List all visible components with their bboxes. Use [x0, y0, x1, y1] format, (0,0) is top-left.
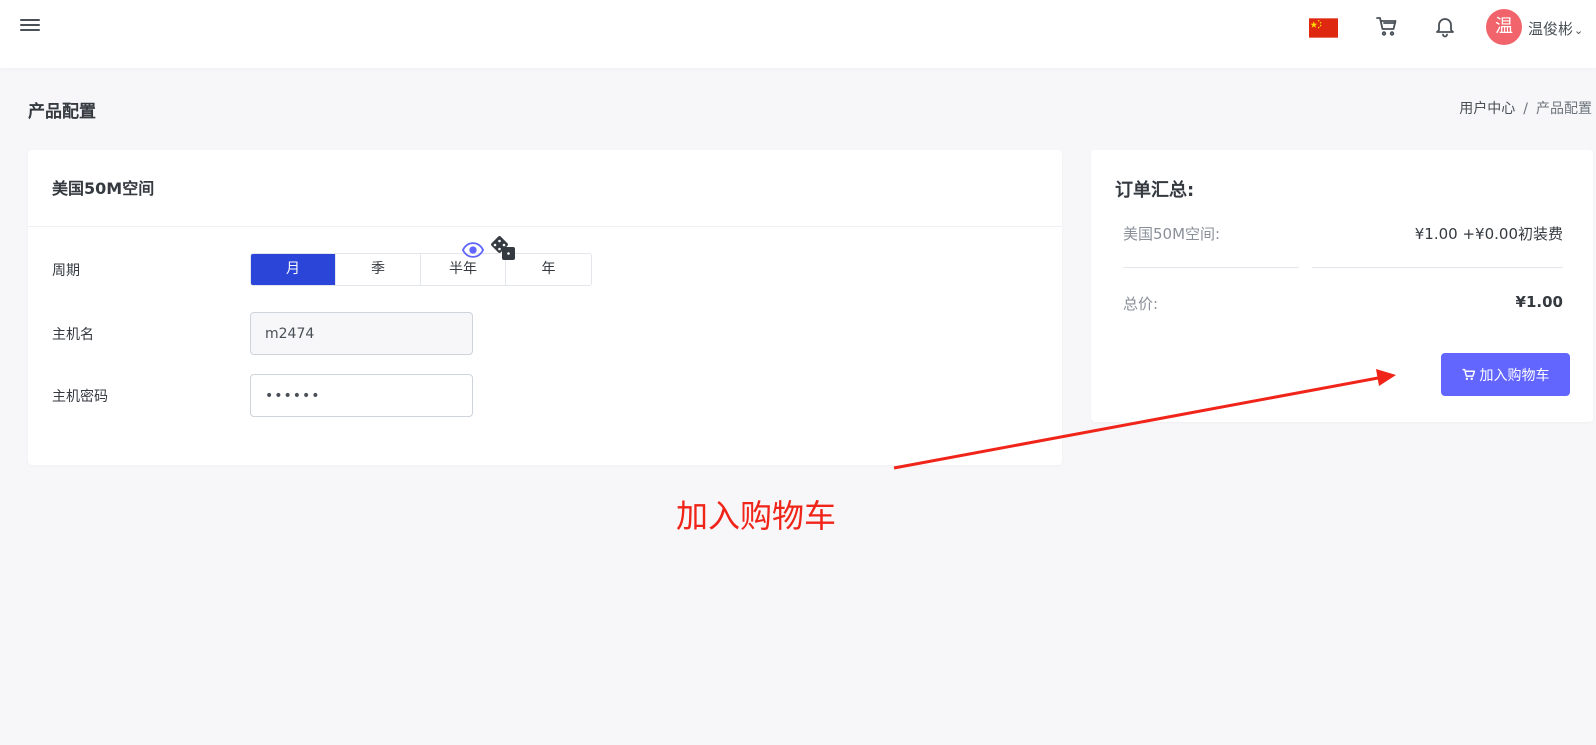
china-flag-icon[interactable]: [1309, 18, 1338, 38]
hostname-label: 主机名: [52, 327, 94, 343]
hostname-input[interactable]: [250, 312, 473, 355]
cart-icon[interactable]: [1375, 14, 1399, 38]
eye-icon[interactable]: [462, 241, 484, 259]
breadcrumb: 用户中心 / 产品配置: [1459, 98, 1592, 118]
summary-item-price: ¥1.00 +¥0.00初装费: [1414, 225, 1563, 243]
summary-title: 订单汇总:: [1115, 180, 1195, 201]
order-summary-card: 订单汇总: 美国50M空间: ¥1.00 +¥0.00初装费 总价: ¥1.00…: [1091, 150, 1593, 422]
breadcrumb-separator: /: [1523, 101, 1528, 117]
password-input[interactable]: [250, 374, 473, 417]
dice-icon[interactable]: [489, 236, 517, 262]
divider: [1123, 267, 1299, 268]
page-title: 产品配置: [28, 102, 96, 122]
product-name: 美国50M空间: [28, 150, 1062, 227]
cycle-label: 周期: [52, 263, 80, 279]
product-config-card: 美国50M空间 周期 月 季 半年 年 主机名 主机密码: [28, 150, 1062, 465]
summary-item-name: 美国50M空间:: [1123, 225, 1221, 243]
divider: [1312, 267, 1563, 268]
breadcrumb-current: 产品配置: [1536, 101, 1592, 117]
breadcrumb-user-center[interactable]: 用户中心: [1459, 101, 1515, 117]
hamburger-menu-icon[interactable]: [20, 16, 40, 34]
top-navbar: 温 温俊彬⌄: [0, 0, 1596, 68]
add-to-cart-button[interactable]: 加入购物车: [1441, 353, 1570, 396]
cycle-selector: 月 季 半年 年: [250, 253, 592, 286]
bell-icon[interactable]: [1433, 14, 1457, 38]
password-label: 主机密码: [52, 389, 108, 405]
cycle-option-month[interactable]: 月: [251, 254, 336, 285]
username-label: 温俊彬: [1528, 20, 1574, 38]
cart-icon: [1462, 368, 1475, 381]
cycle-option-quarter[interactable]: 季: [336, 254, 421, 285]
annotation-text: 加入购物车: [676, 497, 837, 535]
chevron-down-icon: ⌄: [1574, 24, 1584, 37]
user-menu[interactable]: 温俊彬⌄: [1528, 18, 1583, 39]
add-to-cart-label: 加入购物车: [1479, 367, 1550, 384]
total-label: 总价:: [1123, 295, 1159, 313]
total-value: ¥1.00: [1515, 293, 1563, 311]
avatar[interactable]: 温: [1486, 9, 1522, 45]
cycle-option-year[interactable]: 年: [506, 254, 591, 285]
